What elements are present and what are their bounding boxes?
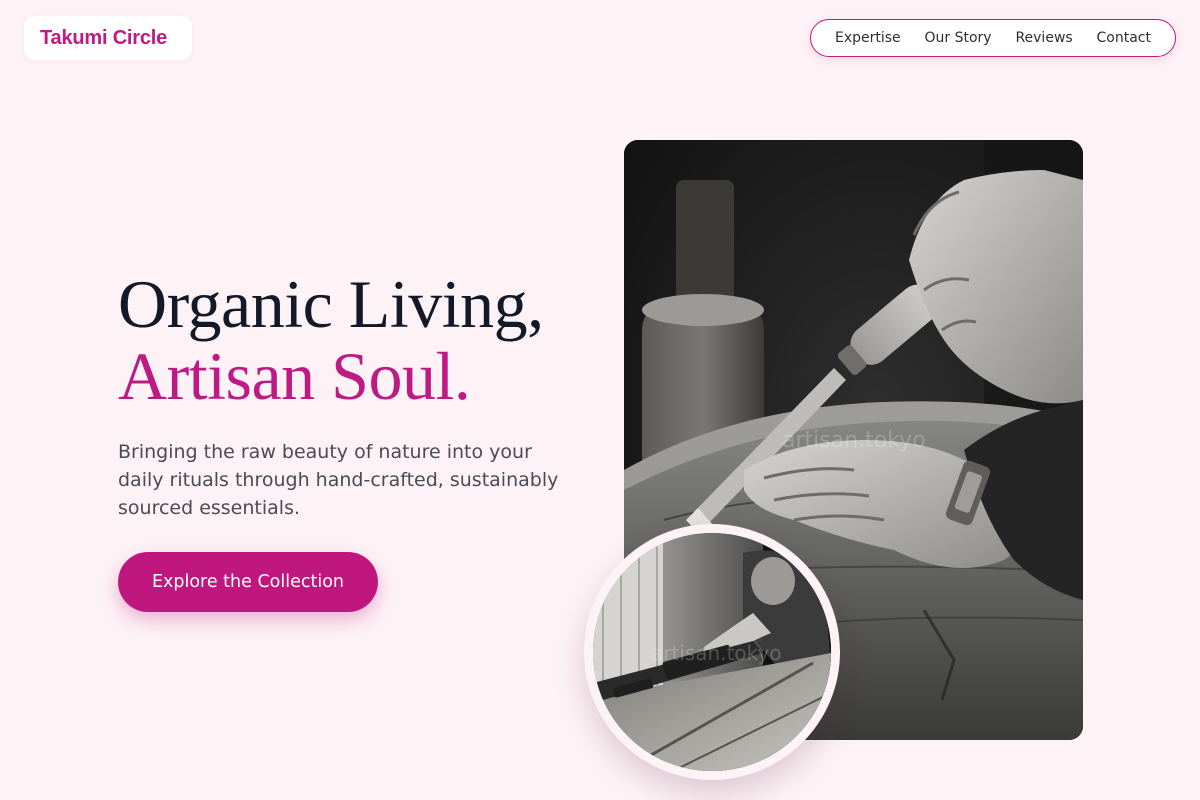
hero-headline-line1: Organic Living, (118, 266, 544, 342)
hero-headline: Organic Living, Artisan Soul. (118, 268, 598, 412)
nav-item-expertise[interactable]: Expertise (835, 30, 901, 46)
explore-collection-button[interactable]: Explore the Collection (118, 552, 378, 612)
workshop-illustration (593, 533, 831, 771)
hero-section: Organic Living, Artisan Soul. Bringing t… (118, 268, 598, 522)
nav-item-reviews[interactable]: Reviews (1015, 30, 1072, 46)
workshop-inset-photo: artisan.tokyo (593, 533, 831, 771)
brand-logo[interactable]: Takumi Circle (24, 16, 192, 60)
main-nav: Expertise Our Story Reviews Contact (810, 19, 1176, 57)
hero-subtitle: Bringing the raw beauty of nature into y… (118, 441, 559, 519)
hero-headline-line2: Artisan Soul. (118, 338, 471, 414)
nav-item-our-story[interactable]: Our Story (925, 30, 992, 46)
nav-item-contact[interactable]: Contact (1097, 30, 1151, 46)
